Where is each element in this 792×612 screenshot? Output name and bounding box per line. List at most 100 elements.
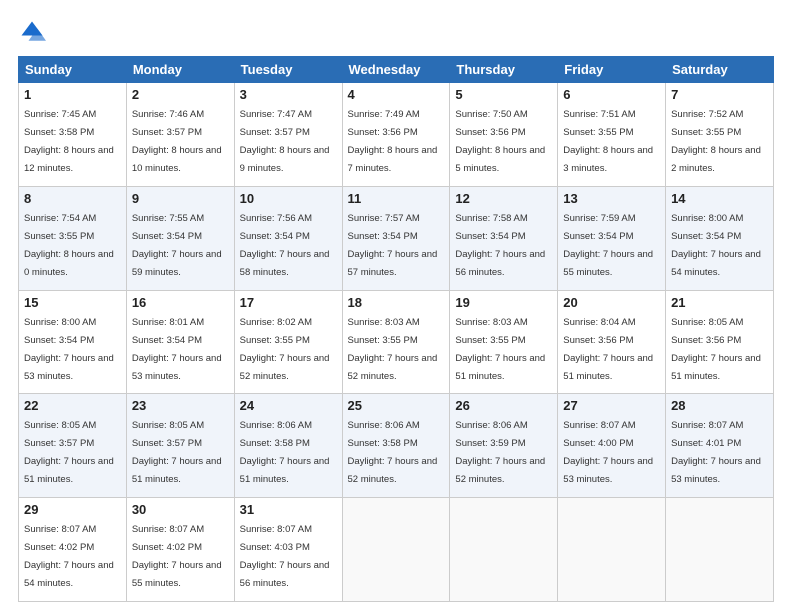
day-number: 8 <box>24 191 121 206</box>
day-detail: Sunrise: 8:02 AMSunset: 3:55 PMDaylight:… <box>240 317 330 382</box>
page: SundayMondayTuesdayWednesdayThursdayFrid… <box>0 0 792 612</box>
calendar-header-saturday: Saturday <box>666 57 774 83</box>
day-number: 18 <box>348 295 445 310</box>
day-number: 11 <box>348 191 445 206</box>
calendar-cell: 17 Sunrise: 8:02 AMSunset: 3:55 PMDayligh… <box>234 290 342 394</box>
calendar-cell: 1 Sunrise: 7:45 AMSunset: 3:58 PMDaylight… <box>19 83 127 187</box>
day-number: 7 <box>671 87 768 102</box>
day-detail: Sunrise: 8:06 AMSunset: 3:58 PMDaylight:… <box>240 420 330 485</box>
calendar-header-tuesday: Tuesday <box>234 57 342 83</box>
day-number: 19 <box>455 295 552 310</box>
day-detail: Sunrise: 8:07 AMSunset: 4:01 PMDaylight:… <box>671 420 761 485</box>
calendar-cell: 12Sunrise: 7:58 AMSunset: 3:54 PMDayligh… <box>450 186 558 290</box>
day-detail: Sunrise: 8:04 AMSunset: 3:56 PMDaylight:… <box>563 317 653 382</box>
calendar-cell <box>558 498 666 602</box>
calendar-cell: 28 Sunrise: 8:07 AMSunset: 4:01 PMDayligh… <box>666 394 774 498</box>
calendar-cell: 29 Sunrise: 8:07 AMSunset: 4:02 PMDayligh… <box>19 498 127 602</box>
calendar-cell: 6 Sunrise: 7:51 AMSunset: 3:55 PMDaylight… <box>558 83 666 187</box>
day-number: 1 <box>24 87 121 102</box>
day-number: 10 <box>240 191 337 206</box>
day-number: 31 <box>240 502 337 517</box>
day-number: 30 <box>132 502 229 517</box>
calendar-cell: 30 Sunrise: 8:07 AMSunset: 4:02 PMDayligh… <box>126 498 234 602</box>
calendar-cell: 13 Sunrise: 7:59 AMSunset: 3:54 PMDayligh… <box>558 186 666 290</box>
day-number: 9 <box>132 191 229 206</box>
day-number: 6 <box>563 87 660 102</box>
calendar-header-friday: Friday <box>558 57 666 83</box>
day-number: 29 <box>24 502 121 517</box>
calendar-cell: 20 Sunrise: 8:04 AMSunset: 3:56 PMDayligh… <box>558 290 666 394</box>
calendar-cell: 27 Sunrise: 8:07 AMSunset: 4:00 PMDayligh… <box>558 394 666 498</box>
day-number: 21 <box>671 295 768 310</box>
calendar-cell: 2 Sunrise: 7:46 AMSunset: 3:57 PMDaylight… <box>126 83 234 187</box>
logo <box>18 18 50 46</box>
day-number: 20 <box>563 295 660 310</box>
day-detail: Sunrise: 7:55 AMSunset: 3:54 PMDaylight:… <box>132 213 222 278</box>
calendar-cell: 9 Sunrise: 7:55 AMSunset: 3:54 PMDaylight… <box>126 186 234 290</box>
day-detail: Sunrise: 7:51 AMSunset: 3:55 PMDaylight:… <box>563 109 653 174</box>
day-number: 16 <box>132 295 229 310</box>
day-detail: Sunrise: 8:06 AMSunset: 3:58 PMDaylight:… <box>348 420 438 485</box>
header <box>18 18 774 46</box>
day-detail: Sunrise: 7:49 AMSunset: 3:56 PMDaylight:… <box>348 109 438 174</box>
calendar-cell: 7 Sunrise: 7:52 AMSunset: 3:55 PMDaylight… <box>666 83 774 187</box>
calendar-header-monday: Monday <box>126 57 234 83</box>
calendar-header-wednesday: Wednesday <box>342 57 450 83</box>
day-number: 17 <box>240 295 337 310</box>
day-number: 5 <box>455 87 552 102</box>
day-detail: Sunrise: 8:07 AMSunset: 4:02 PMDaylight:… <box>24 524 114 589</box>
day-detail: Sunrise: 8:00 AMSunset: 3:54 PMDaylight:… <box>24 317 114 382</box>
day-detail: Sunrise: 7:45 AMSunset: 3:58 PMDaylight:… <box>24 109 114 174</box>
calendar-cell: 14Sunrise: 8:00 AMSunset: 3:54 PMDayligh… <box>666 186 774 290</box>
day-detail: Sunrise: 8:00 AMSunset: 3:54 PMDaylight:… <box>671 213 761 278</box>
calendar-cell: 19Sunrise: 8:03 AMSunset: 3:55 PMDayligh… <box>450 290 558 394</box>
calendar-cell <box>450 498 558 602</box>
calendar-cell: 18 Sunrise: 8:03 AMSunset: 3:55 PMDayligh… <box>342 290 450 394</box>
calendar-cell: 31 Sunrise: 8:07 AMSunset: 4:03 PMDayligh… <box>234 498 342 602</box>
calendar-cell: 25 Sunrise: 8:06 AMSunset: 3:58 PMDayligh… <box>342 394 450 498</box>
day-number: 3 <box>240 87 337 102</box>
day-detail: Sunrise: 7:56 AMSunset: 3:54 PMDaylight:… <box>240 213 330 278</box>
calendar-cell: 24 Sunrise: 8:06 AMSunset: 3:58 PMDayligh… <box>234 394 342 498</box>
day-detail: Sunrise: 8:05 AMSunset: 3:57 PMDaylight:… <box>24 420 114 485</box>
calendar-header-sunday: Sunday <box>19 57 127 83</box>
day-detail: Sunrise: 8:07 AMSunset: 4:00 PMDaylight:… <box>563 420 653 485</box>
day-detail: Sunrise: 8:07 AMSunset: 4:03 PMDaylight:… <box>240 524 330 589</box>
day-detail: Sunrise: 8:05 AMSunset: 3:57 PMDaylight:… <box>132 420 222 485</box>
day-number: 4 <box>348 87 445 102</box>
calendar-cell <box>666 498 774 602</box>
calendar-header-thursday: Thursday <box>450 57 558 83</box>
calendar-cell: 23 Sunrise: 8:05 AMSunset: 3:57 PMDayligh… <box>126 394 234 498</box>
calendar-cell: 21Sunrise: 8:05 AMSunset: 3:56 PMDayligh… <box>666 290 774 394</box>
calendar-header-row: SundayMondayTuesdayWednesdayThursdayFrid… <box>19 57 774 83</box>
day-detail: Sunrise: 7:59 AMSunset: 3:54 PMDaylight:… <box>563 213 653 278</box>
day-detail: Sunrise: 7:52 AMSunset: 3:55 PMDaylight:… <box>671 109 761 174</box>
day-detail: Sunrise: 8:07 AMSunset: 4:02 PMDaylight:… <box>132 524 222 589</box>
day-number: 13 <box>563 191 660 206</box>
day-detail: Sunrise: 7:57 AMSunset: 3:54 PMDaylight:… <box>348 213 438 278</box>
calendar-cell: 15 Sunrise: 8:00 AMSunset: 3:54 PMDayligh… <box>19 290 127 394</box>
day-number: 23 <box>132 398 229 413</box>
day-number: 28 <box>671 398 768 413</box>
day-number: 22 <box>24 398 121 413</box>
calendar-cell: 10 Sunrise: 7:56 AMSunset: 3:54 PMDayligh… <box>234 186 342 290</box>
day-number: 26 <box>455 398 552 413</box>
day-detail: Sunrise: 7:47 AMSunset: 3:57 PMDaylight:… <box>240 109 330 174</box>
day-detail: Sunrise: 8:03 AMSunset: 3:55 PMDaylight:… <box>348 317 438 382</box>
day-number: 15 <box>24 295 121 310</box>
calendar-cell: 8 Sunrise: 7:54 AMSunset: 3:55 PMDaylight… <box>19 186 127 290</box>
day-number: 24 <box>240 398 337 413</box>
day-number: 25 <box>348 398 445 413</box>
calendar-cell: 3 Sunrise: 7:47 AMSunset: 3:57 PMDaylight… <box>234 83 342 187</box>
day-detail: Sunrise: 7:46 AMSunset: 3:57 PMDaylight:… <box>132 109 222 174</box>
calendar: SundayMondayTuesdayWednesdayThursdayFrid… <box>18 56 774 602</box>
calendar-cell <box>342 498 450 602</box>
day-detail: Sunrise: 8:01 AMSunset: 3:54 PMDaylight:… <box>132 317 222 382</box>
calendar-cell: 16 Sunrise: 8:01 AMSunset: 3:54 PMDayligh… <box>126 290 234 394</box>
day-detail: Sunrise: 7:50 AMSunset: 3:56 PMDaylight:… <box>455 109 545 174</box>
day-number: 2 <box>132 87 229 102</box>
calendar-cell: 5 Sunrise: 7:50 AMSunset: 3:56 PMDaylight… <box>450 83 558 187</box>
day-detail: Sunrise: 7:54 AMSunset: 3:55 PMDaylight:… <box>24 213 114 278</box>
day-number: 27 <box>563 398 660 413</box>
calendar-cell: 26Sunrise: 8:06 AMSunset: 3:59 PMDayligh… <box>450 394 558 498</box>
